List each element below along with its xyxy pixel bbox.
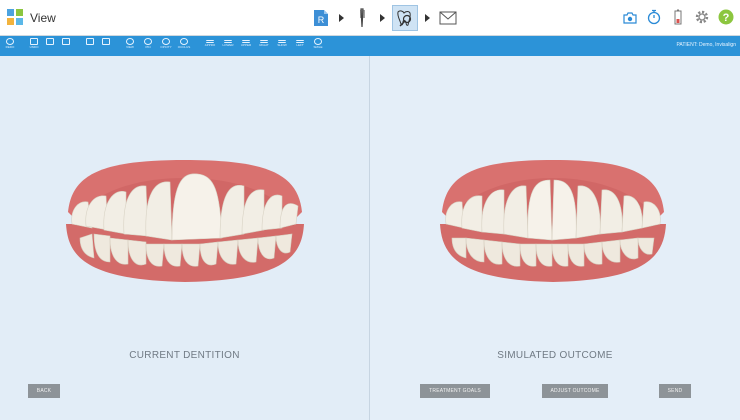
tool-left[interactable]: LEFT <box>292 37 308 55</box>
toothbrush-icon <box>360 8 365 28</box>
redo-icon <box>6 38 14 45</box>
view-toolbar: REDO UNDO VIEW PIN OPCITY OCCLUS APPRO L… <box>0 36 740 56</box>
occlusion-icon <box>180 38 188 45</box>
current-dentition-label: CURRENT DENTITION <box>129 350 240 361</box>
current-dentition-panel: CURRENT DENTITION BACK <box>0 56 370 420</box>
battery-icon <box>674 9 682 25</box>
send-step[interactable] <box>437 7 459 29</box>
tool-smile[interactable]: SMILE <box>310 37 326 55</box>
send-button[interactable]: SEND <box>659 384 691 398</box>
tool-appro[interactable]: APPRO <box>202 37 218 55</box>
tool-show[interactable]: SHOW <box>274 37 290 55</box>
workflow-arrow <box>425 14 430 22</box>
current-dentition-model[interactable] <box>62 154 308 286</box>
help-button[interactable]: ? <box>718 8 734 26</box>
tool-4[interactable] <box>82 37 98 55</box>
opacity-icon <box>162 38 170 45</box>
timer-button[interactable] <box>646 8 662 26</box>
toothbrush-step[interactable] <box>351 7 373 29</box>
timer-icon <box>647 9 661 25</box>
simulated-outcome-panel: SIMULATED OUTCOME TREATMENT GOALS ADJUST… <box>370 56 740 420</box>
simulated-outcome-model[interactable] <box>436 154 670 286</box>
records-step[interactable]: R <box>310 7 332 29</box>
help-icon: ? <box>718 9 734 25</box>
tool-redo[interactable]: REDO <box>2 37 18 55</box>
view-icon <box>126 38 134 45</box>
tool-right[interactable]: RIGHT <box>256 37 272 55</box>
patient-label: PATIENT: Demo, Invisalign <box>676 42 736 48</box>
smile-icon <box>314 38 322 45</box>
pin-icon <box>144 38 152 45</box>
camera-button[interactable] <box>622 8 638 26</box>
tool-3[interactable] <box>58 37 74 55</box>
tool-lower[interactable]: LOWER <box>220 37 236 55</box>
treatment-goals-button[interactable]: TREATMENT GOALS <box>420 384 490 398</box>
undo-icon <box>30 38 38 45</box>
app-logo <box>7 9 23 25</box>
svg-text:R: R <box>318 15 325 25</box>
title-bar: View R ? <box>0 0 740 36</box>
tool-icon <box>86 38 94 45</box>
tool-opacity[interactable]: OPCITY <box>158 37 174 55</box>
adjust-outcome-button[interactable]: ADJUST OUTCOME <box>542 384 608 398</box>
simulated-outcome-label: SIMULATED OUTCOME <box>497 350 613 361</box>
records-icon: R <box>314 10 328 26</box>
tool-undo[interactable]: UNDO <box>26 37 42 55</box>
camera-icon <box>623 11 637 24</box>
tool-icon <box>102 38 110 45</box>
tool-icon <box>62 38 70 45</box>
tool-5[interactable] <box>98 37 114 55</box>
workflow-arrow <box>339 14 344 22</box>
workflow-arrow <box>380 14 385 22</box>
tooth-search-icon <box>397 10 412 27</box>
gear-icon <box>695 10 709 24</box>
tool-upper[interactable]: UPPER <box>238 37 254 55</box>
envelope-icon <box>439 11 457 25</box>
battery-button[interactable] <box>670 8 686 26</box>
window-title: View <box>30 11 56 25</box>
tool-undo-2[interactable] <box>42 37 58 55</box>
outcome-step[interactable] <box>392 5 418 31</box>
top-right-icons: ? <box>622 8 734 26</box>
workflow-steps: R <box>310 5 459 31</box>
back-button[interactable]: BACK <box>28 384 60 398</box>
svg-text:?: ? <box>723 12 730 24</box>
tool-view[interactable]: VIEW <box>122 37 138 55</box>
tool-pin[interactable]: PIN <box>140 37 156 55</box>
undo-alt-icon <box>46 38 54 45</box>
settings-button[interactable] <box>694 8 710 26</box>
tool-occlusion[interactable]: OCCLUS <box>176 37 192 55</box>
